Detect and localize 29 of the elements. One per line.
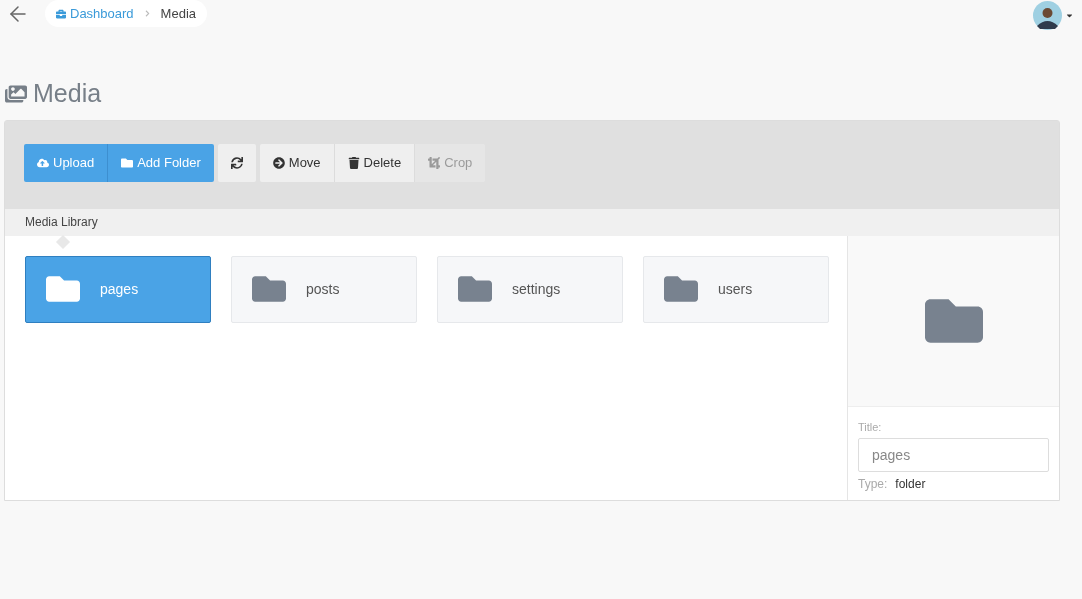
title-field[interactable]: pages <box>858 438 1049 472</box>
crop-icon <box>428 156 441 169</box>
library-label: Media Library <box>25 214 98 231</box>
folder-name: settings <box>512 279 561 299</box>
folder-card[interactable]: settings <box>437 255 623 323</box>
toolbar-button[interactable]: Move <box>259 143 335 182</box>
avatar[interactable] <box>1033 0 1062 30</box>
images-icon <box>5 82 27 105</box>
refresh-icon <box>230 156 243 169</box>
briefcase-icon <box>56 8 66 19</box>
trash-icon <box>347 156 360 169</box>
page-title: Media <box>33 78 102 109</box>
title-label: Title: <box>858 419 883 435</box>
refresh-button[interactable] <box>217 143 256 182</box>
breadcrumb-link[interactable]: Dashboard <box>56 3 134 24</box>
folder-icon <box>121 156 134 169</box>
type-value: folder <box>895 476 926 493</box>
folder-card[interactable]: users <box>643 255 829 323</box>
chevron-icon <box>143 10 151 17</box>
upload-icon <box>37 156 49 169</box>
breadcrumb-current: Media <box>160 4 197 23</box>
folder-name: posts <box>306 279 340 299</box>
folder-card[interactable]: posts <box>231 255 417 323</box>
toolbar-button[interactable]: Upload <box>24 143 109 182</box>
type-label: Type: <box>858 476 888 493</box>
toolbar-button[interactable]: Add Folder <box>108 143 214 182</box>
folder-name: pages <box>100 279 139 299</box>
folder-name: users <box>718 279 753 299</box>
toolbar-button[interactable]: Delete <box>334 143 416 182</box>
